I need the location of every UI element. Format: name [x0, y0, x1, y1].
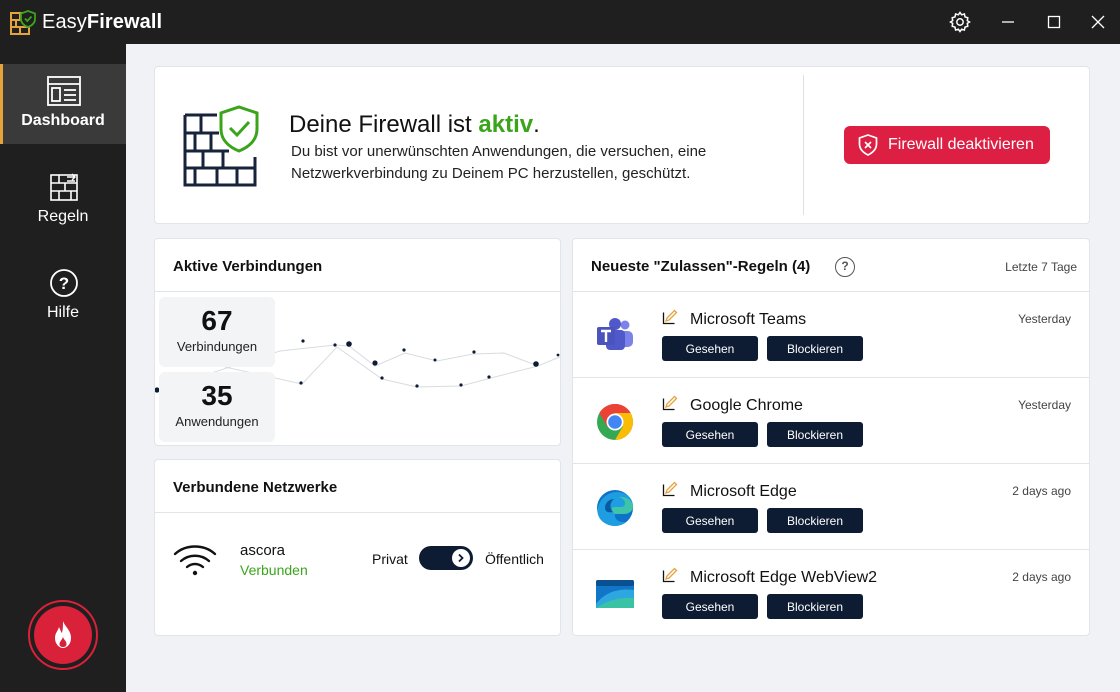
card-header: Neueste "Zulassen"-Regeln (4) ? Letzte 7…: [573, 239, 1089, 292]
sidebar-item-label: Hilfe: [46, 304, 79, 321]
connections-count: 67: [201, 305, 233, 336]
card-header: Aktive Verbindungen: [155, 239, 560, 292]
help-icon[interactable]: ?: [835, 257, 855, 277]
card-title: Verbundene Netzwerke: [173, 479, 338, 496]
seen-button[interactable]: Gesehen: [662, 422, 758, 447]
chevron-right-icon: [452, 549, 470, 567]
rule-row: Microsoft Teams Yesterday Gesehen Blocki…: [573, 292, 1089, 378]
network-status: Verbunden: [240, 562, 308, 578]
deactivate-firewall-button[interactable]: Firewall deaktivieren: [844, 126, 1050, 164]
sidebar-item-label: Regeln: [37, 208, 89, 225]
settings-gear-icon[interactable]: [945, 7, 975, 37]
block-button[interactable]: Blockieren: [767, 594, 863, 619]
status-state: aktiv: [478, 111, 534, 138]
card-header: Verbundene Netzwerke: [155, 460, 560, 513]
chrome-icon: [597, 404, 634, 440]
shield-x-icon: [858, 134, 878, 156]
sidebar: Dashboard Regeln ? Hilfe: [0, 44, 126, 692]
rule-time: Yesterday: [1018, 398, 1071, 412]
svg-text:?: ?: [59, 274, 69, 293]
seen-button[interactable]: Gesehen: [662, 594, 758, 619]
app-title: EasyFirewall: [42, 11, 163, 33]
sidebar-item-regeln[interactable]: Regeln: [0, 160, 126, 240]
rule-time: 2 days ago: [1012, 484, 1071, 498]
network-name: ascora: [240, 542, 286, 559]
rule-row: Microsoft Edge 2 days ago Gesehen Blocki…: [573, 464, 1089, 550]
minimize-icon[interactable]: [993, 7, 1023, 37]
status-title: Deine Firewall ist aktiv.: [289, 111, 540, 138]
help-icon: ?: [50, 269, 78, 297]
connections-stat: 67 Verbindungen: [159, 297, 275, 367]
apps-stat: 35 Anwendungen: [159, 372, 275, 442]
maximize-icon[interactable]: [1039, 7, 1069, 37]
wifi-icon: [173, 545, 217, 576]
edge-icon: [597, 490, 633, 526]
webview2-icon: [596, 580, 634, 608]
title-bar: EasyFirewall: [0, 0, 1120, 44]
rule-row: Microsoft Edge WebView2 2 days ago Geseh…: [573, 550, 1089, 636]
rule-app-name: Microsoft Edge: [690, 483, 797, 500]
deactivate-label: Firewall deaktivieren: [888, 136, 1034, 153]
app-logo-icon: [10, 10, 36, 35]
flame-icon: [34, 606, 92, 664]
dashboard-icon: [47, 76, 81, 106]
firewall-wall-icon: [183, 105, 259, 187]
public-label: Öffentlich: [485, 551, 544, 567]
rule-time: Yesterday: [1018, 312, 1071, 326]
status-description: Du bist vor unerwünschten Anwendungen, d…: [291, 143, 707, 182]
rule-app-name: Microsoft Edge WebView2: [690, 569, 878, 586]
rule-app-name: Google Chrome: [690, 397, 803, 414]
block-button[interactable]: Blockieren: [767, 336, 863, 361]
allow-rules-card: Neueste "Zulassen"-Regeln (4) ? Letzte 7…: [572, 238, 1090, 636]
edit-icon[interactable]: [662, 309, 678, 325]
card-title: Aktive Verbindungen: [173, 258, 323, 275]
divider: [803, 75, 804, 215]
sidebar-item-dashboard[interactable]: Dashboard: [0, 64, 126, 144]
connected-networks-card: Verbundene Netzwerke ascora Verbunden Pr…: [154, 459, 561, 636]
firewall-status-card: Deine Firewall ist aktiv. Du bist vor un…: [154, 66, 1090, 224]
apps-count: 35: [201, 380, 233, 411]
sidebar-item-hilfe[interactable]: ? Hilfe: [0, 256, 126, 336]
active-connections-card: Aktive Verbindungen 67 Verbindungen 35 A…: [154, 238, 561, 446]
edit-icon[interactable]: [662, 395, 678, 411]
seen-button[interactable]: Gesehen: [662, 508, 758, 533]
card-title: Neueste "Zulassen"-Regeln (4): [591, 258, 811, 275]
main-content: Deine Firewall ist aktiv. Du bist vor un…: [126, 44, 1120, 692]
private-label: Privat: [372, 551, 408, 567]
rule-time: 2 days ago: [1012, 570, 1071, 584]
network-type-toggle[interactable]: [419, 546, 473, 570]
rules-icon: [50, 173, 78, 201]
edit-icon[interactable]: [662, 481, 678, 497]
apps-label: Anwendungen: [175, 414, 259, 429]
period-label: Letzte 7 Tage: [1005, 260, 1077, 274]
block-button[interactable]: Blockieren: [767, 422, 863, 447]
sidebar-item-label: Dashboard: [21, 112, 105, 129]
rule-row: Google Chrome Yesterday Gesehen Blockier…: [573, 378, 1089, 464]
firewall-toggle-button[interactable]: [28, 600, 98, 670]
rule-app-name: Microsoft Teams: [690, 311, 807, 328]
block-button[interactable]: Blockieren: [767, 508, 863, 533]
connections-label: Verbindungen: [176, 339, 258, 354]
teams-icon: [597, 318, 633, 350]
edit-icon[interactable]: [662, 567, 678, 583]
seen-button[interactable]: Gesehen: [662, 336, 758, 361]
close-icon[interactable]: [1083, 7, 1113, 37]
